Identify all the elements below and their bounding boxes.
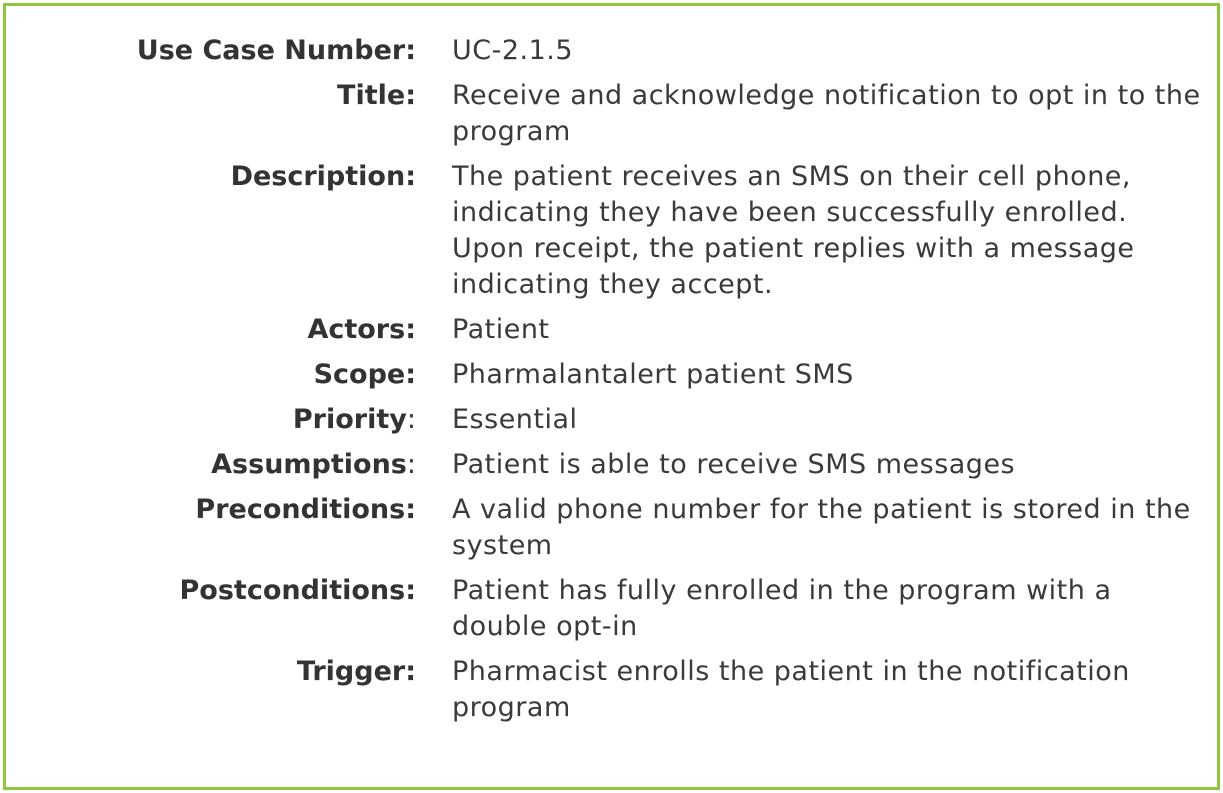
scope-value: Pharmalantalert patient SMS [452,359,854,390]
title-value: Receive and acknowledge notification to … [452,80,1201,147]
use-case-table: Use Case Number: UC-2.1.5 Title: Receive… [6,33,1217,735]
assumptions-label-colon: : [406,449,416,480]
priority-label-text: Priority [292,404,407,435]
use-case-card: Use Case Number: UC-2.1.5 Title: Receive… [3,3,1220,790]
row-priority: Priority: Essential [6,402,1217,438]
postconditions-value: Patient has fully enrolled in the progra… [452,575,1112,642]
row-scope: Scope: Pharmalantalert patient SMS [6,357,1217,393]
actors-label: Actors: [307,314,416,345]
preconditions-label: Preconditions: [195,494,416,525]
row-title: Title: Receive and acknowledge notificat… [6,78,1217,150]
assumptions-label-text: Assumptions [211,449,407,480]
priority-label: Priority: [6,402,416,438]
row-description: Description: The patient receives an SMS… [6,159,1217,303]
description-value: The patient receives an SMS on their cel… [452,161,1135,300]
row-trigger: Trigger: Pharmacist enrolls the patient … [6,654,1217,726]
title-label: Title: [337,80,416,111]
assumptions-value: Patient is able to receive SMS messages [452,449,1016,480]
row-assumptions: Assumptions: Patient is able to receive … [6,447,1217,483]
priority-label-colon: : [406,404,416,435]
postconditions-label: Postconditions: [179,575,416,606]
row-preconditions: Preconditions: A valid phone number for … [6,492,1217,564]
priority-value: Essential [452,404,578,435]
use-case-number-label: Use Case Number: [136,35,416,66]
actors-value: Patient [452,314,550,345]
assumptions-label: Assumptions: [6,447,416,483]
row-actors: Actors: Patient [6,312,1217,348]
description-label: Description: [230,161,416,192]
trigger-value: Pharmacist enrolls the patient in the no… [452,656,1130,723]
scope-label: Scope: [313,359,416,390]
row-use-case-number: Use Case Number: UC-2.1.5 [6,33,1217,69]
use-case-number-value: UC-2.1.5 [452,35,574,66]
preconditions-value: A valid phone number for the patient is … [452,494,1191,561]
row-postconditions: Postconditions: Patient has fully enroll… [6,573,1217,645]
trigger-label: Trigger: [296,656,416,687]
